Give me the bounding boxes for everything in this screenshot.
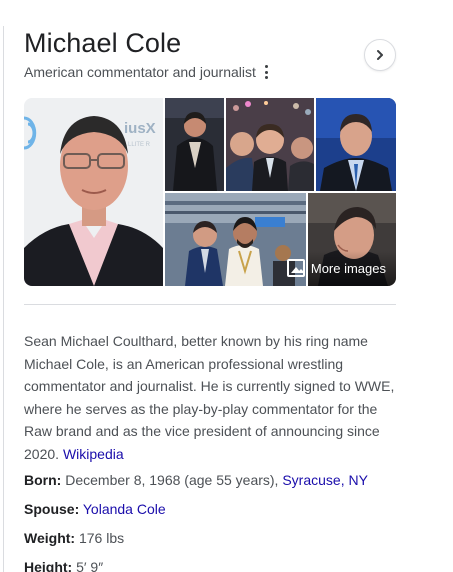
fact-height: Height: 5′ 9″ [24, 557, 404, 572]
fact-born: Born: December 8, 1968 (age 55 years), S… [24, 470, 404, 499]
more-images-button[interactable]: More images [283, 256, 390, 280]
image-gallery: iusX LLITE R More images [24, 98, 396, 286]
fact-weight: Weight: 176 lbs [24, 528, 404, 557]
gallery-image-crowd-selfie[interactable] [226, 98, 314, 191]
left-border-line [3, 26, 4, 572]
fact-height-label: Height: [24, 559, 73, 572]
fact-weight-value: 176 lbs [78, 530, 125, 546]
section-divider [24, 304, 396, 305]
fact-weight-label: Weight: [24, 530, 76, 546]
description-block: Sean Michael Coulthard, better known by … [24, 330, 396, 465]
main-portrait-image[interactable]: iusX LLITE R [24, 98, 163, 286]
gallery-image-blue-headshot[interactable] [316, 98, 396, 191]
chevron-right-icon [377, 50, 383, 60]
fact-born-value: December 8, 1968 (age 55 years), [65, 472, 279, 488]
subtitle-row: American commentator and journalist [24, 64, 269, 80]
facts-list: Born: December 8, 1968 (age 55 years), S… [24, 470, 404, 572]
next-chevron-button[interactable] [364, 39, 396, 71]
birthplace-link[interactable]: Syracuse, NY [282, 472, 368, 488]
fact-spouse: Spouse: Yolanda Cole [24, 499, 404, 528]
fact-spouse-label: Spouse: [24, 501, 80, 517]
logo-text: iusX [124, 120, 156, 137]
entity-subtitle: American commentator and journalist [24, 64, 256, 80]
wikipedia-link[interactable]: Wikipedia [63, 446, 124, 462]
knowledge-panel-header: Michael Cole American commentator and jo… [24, 26, 396, 86]
entity-title: Michael Cole [24, 28, 182, 58]
fact-born-label: Born: [24, 472, 62, 488]
more-options-icon[interactable] [265, 65, 269, 79]
spouse-link[interactable]: Yolanda Cole [83, 501, 166, 517]
gallery-image-stage[interactable] [165, 98, 224, 191]
more-images-label: More images [310, 260, 386, 276]
logo-subtext: LLITE R [128, 142, 151, 148]
image-icon [286, 259, 305, 277]
fact-height-value: 5′ 9″ [76, 559, 104, 572]
description-text: Sean Michael Coulthard, better known by … [24, 333, 395, 462]
